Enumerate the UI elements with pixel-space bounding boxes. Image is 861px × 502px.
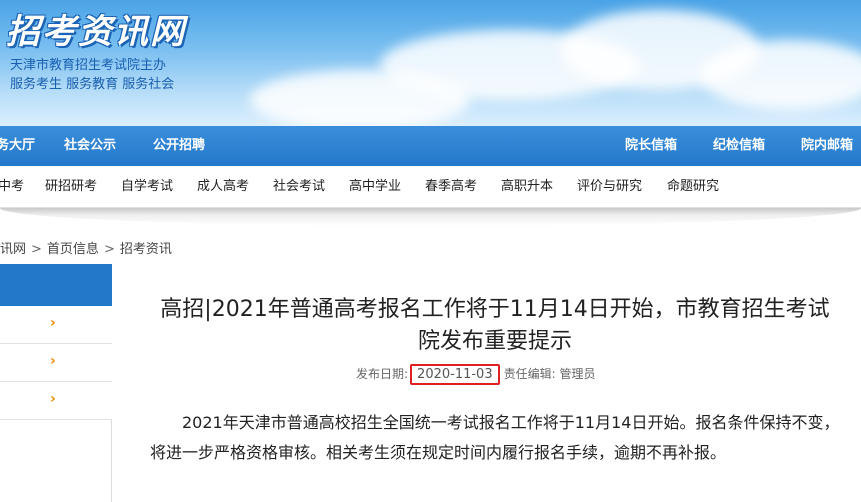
chevron-right-icon: › xyxy=(50,315,56,331)
sidebar: › › › xyxy=(0,264,112,502)
subnav-item-high-school-level[interactable]: 高中学业 xyxy=(349,166,401,208)
site-subtitle-organizer: 天津市教育招生考试院主办 xyxy=(10,58,167,73)
subnav-item-zhongkao[interactable]: 中考 xyxy=(0,166,24,208)
subnav-item-social-exam[interactable]: 社会考试 xyxy=(273,166,325,208)
editor-label: 责任编辑: xyxy=(503,367,556,381)
publish-date-label: 发布日期: xyxy=(356,367,409,381)
nav-item-internal-mailbox[interactable]: 院内邮箱 xyxy=(801,126,853,166)
subnav-item-spring-exam[interactable]: 春季高考 xyxy=(425,166,477,208)
sidebar-item[interactable]: › xyxy=(0,306,112,344)
subnav-item-evaluation-research[interactable]: 评价与研究 xyxy=(577,166,642,208)
nav-item-recruitment[interactable]: 公开招聘 xyxy=(153,126,205,166)
nav-item-president-mailbox[interactable]: 院长信箱 xyxy=(625,126,677,166)
editor-value: 管理员 xyxy=(559,367,596,381)
nav-shadow-divider xyxy=(0,208,861,226)
site-title[interactable]: 招考资讯网 xyxy=(6,4,186,53)
article-title: 高招|2021年普通高考报名工作将于11月14日开始，市教育招生考试院发布重要提… xyxy=(160,297,830,354)
sidebar-header xyxy=(0,264,112,306)
subnav-item-question-research[interactable]: 命题研究 xyxy=(667,166,719,208)
breadcrumb: 讯网 > 首页信息 > 招考资讯 xyxy=(0,238,172,258)
sidebar-item[interactable]: › xyxy=(0,382,112,420)
subnav-item-graduate-exam[interactable]: 研招研考 xyxy=(45,166,97,208)
article-meta: 发布日期: 2020-11-03 责任编辑: 管理员 xyxy=(356,364,596,388)
chevron-right-icon: › xyxy=(50,353,56,369)
header-banner: 招考资讯网 天津市教育招生考试院主办 服务考生 服务教育 服务社会 xyxy=(0,0,861,126)
nav-item-service-hall[interactable]: 务大厅 xyxy=(0,126,35,166)
breadcrumb-item-home-info[interactable]: 首页信息 xyxy=(47,242,99,257)
subnav-item-adult-exam[interactable]: 成人高考 xyxy=(197,166,249,208)
breadcrumb-item-site[interactable]: 讯网 xyxy=(0,242,26,257)
primary-nav: 务大厅 社会公示 公开招聘 院长信箱 纪检信箱 院内邮箱 xyxy=(0,126,861,166)
sidebar-item[interactable]: › xyxy=(0,344,112,382)
breadcrumb-separator: > xyxy=(31,242,42,257)
article-body: 2021年天津市普通高校招生全国统一考试报名工作将于11月14日开始。报名条件保… xyxy=(150,413,840,462)
breadcrumb-item-news[interactable]: 招考资讯 xyxy=(120,242,172,257)
subnav-item-self-study-exam[interactable]: 自学考试 xyxy=(121,166,173,208)
publish-date-highlight: 2020-11-03 xyxy=(410,364,500,385)
nav-item-public-notice[interactable]: 社会公示 xyxy=(64,126,116,166)
nav-item-discipline-mailbox[interactable]: 纪检信箱 xyxy=(713,126,765,166)
secondary-nav: 中考 研招研考 自学考试 成人高考 社会考试 高中学业 春季高考 高职升本 评价… xyxy=(0,166,861,208)
publish-date-value: 2020-11-03 xyxy=(417,367,493,382)
chevron-right-icon: › xyxy=(50,391,56,407)
subnav-item-vocational-upgrade[interactable]: 高职升本 xyxy=(501,166,553,208)
breadcrumb-separator: > xyxy=(103,242,115,257)
site-subtitle-slogan: 服务考生 服务教育 服务社会 xyxy=(10,77,175,92)
